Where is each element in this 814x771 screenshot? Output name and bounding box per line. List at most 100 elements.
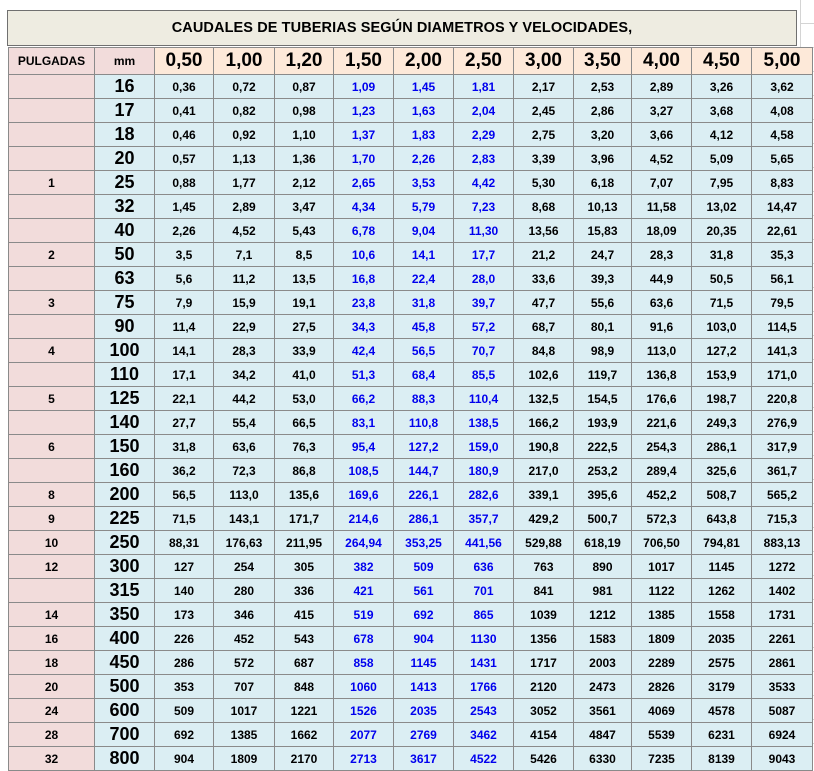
flow-cell[interactable]: 1212 (573, 602, 632, 627)
flow-cell[interactable]: 317,9 (751, 434, 813, 459)
mm-cell[interactable]: 200 (94, 482, 155, 507)
flow-cell[interactable]: 1272 (751, 554, 813, 579)
flow-cell[interactable]: 138,5 (453, 410, 514, 435)
flow-cell[interactable]: 2,26 (393, 146, 454, 171)
mm-cell[interactable]: 25 (94, 170, 155, 195)
flow-cell[interactable]: 2,65 (333, 170, 394, 195)
inch-cell[interactable]: 20 (8, 674, 95, 699)
flow-cell[interactable]: 2261 (751, 626, 813, 651)
flow-cell[interactable]: 3,5 (154, 242, 214, 267)
flow-cell[interactable]: 2713 (333, 746, 394, 771)
flow-cell[interactable]: 4522 (453, 746, 514, 771)
flow-cell[interactable]: 572 (213, 650, 275, 675)
flow-cell[interactable]: 8,83 (751, 170, 813, 195)
flow-cell[interactable]: 31,8 (691, 242, 752, 267)
flow-cell[interactable]: 249,3 (691, 410, 752, 435)
mm-cell[interactable]: 500 (94, 674, 155, 699)
flow-cell[interactable]: 8139 (691, 746, 752, 771)
flow-cell[interactable]: 140 (154, 578, 214, 603)
inch-cell[interactable]: 16 (8, 626, 95, 651)
mm-cell[interactable]: 63 (94, 266, 155, 291)
flow-cell[interactable]: 509 (393, 554, 454, 579)
flow-cell[interactable]: 618,19 (573, 530, 632, 555)
flow-cell[interactable]: 68,4 (393, 362, 454, 387)
flow-cell[interactable]: 5,30 (513, 170, 574, 195)
flow-cell[interactable]: 114,5 (751, 314, 813, 339)
mm-cell[interactable]: 800 (94, 746, 155, 771)
flow-cell[interactable]: 1431 (453, 650, 514, 675)
flow-cell[interactable]: 135,6 (274, 482, 334, 507)
flow-cell[interactable]: 113,0 (213, 482, 275, 507)
mm-cell[interactable]: 350 (94, 602, 155, 627)
flow-cell[interactable]: 4069 (631, 698, 692, 723)
flow-cell[interactable]: 2769 (393, 722, 454, 747)
mm-cell[interactable]: 50 (94, 242, 155, 267)
flow-cell[interactable]: 254,3 (631, 434, 692, 459)
flow-cell[interactable]: 692 (393, 602, 454, 627)
flow-cell[interactable]: 1039 (513, 602, 574, 627)
flow-cell[interactable]: 1809 (213, 746, 275, 771)
flow-cell[interactable]: 4578 (691, 698, 752, 723)
flow-cell[interactable]: 132,5 (513, 386, 574, 411)
flow-cell[interactable]: 5,6 (154, 266, 214, 291)
flow-cell[interactable]: 9043 (751, 746, 813, 771)
flow-cell[interactable]: 2,45 (513, 98, 574, 123)
inch-cell[interactable]: 2 (8, 242, 95, 267)
flow-cell[interactable]: 36,2 (154, 458, 214, 483)
flow-cell[interactable]: 500,7 (573, 506, 632, 531)
flow-cell[interactable]: 636 (453, 554, 514, 579)
flow-cell[interactable]: 715,3 (751, 506, 813, 531)
flow-cell[interactable]: 11,30 (453, 218, 514, 243)
flow-cell[interactable]: 171,0 (751, 362, 813, 387)
flow-cell[interactable]: 0,72 (213, 74, 275, 99)
flow-cell[interactable]: 441,56 (453, 530, 514, 555)
flow-cell[interactable]: 7235 (631, 746, 692, 771)
flow-cell[interactable]: 22,4 (393, 266, 454, 291)
velocity-header[interactable]: 5,00 (751, 47, 813, 75)
flow-cell[interactable]: 6924 (751, 722, 813, 747)
flow-cell[interactable]: 113,0 (631, 338, 692, 363)
flow-cell[interactable]: 57,2 (453, 314, 514, 339)
flow-cell[interactable]: 56,1 (751, 266, 813, 291)
flow-cell[interactable]: 6330 (573, 746, 632, 771)
flow-cell[interactable]: 79,5 (751, 290, 813, 315)
inch-cell[interactable]: 14 (8, 602, 95, 627)
flow-cell[interactable]: 2,53 (573, 74, 632, 99)
flow-cell[interactable]: 0,88 (154, 170, 214, 195)
flow-cell[interactable]: 2120 (513, 674, 574, 699)
flow-cell[interactable]: 56,5 (154, 482, 214, 507)
flow-cell[interactable]: 198,7 (691, 386, 752, 411)
flow-cell[interactable]: 41,0 (274, 362, 334, 387)
flow-cell[interactable]: 4,08 (751, 98, 813, 123)
flow-cell[interactable]: 27,7 (154, 410, 214, 435)
flow-cell[interactable]: 429,2 (513, 506, 574, 531)
flow-cell[interactable]: 18,09 (631, 218, 692, 243)
flow-cell[interactable]: 890 (573, 554, 632, 579)
flow-cell[interactable]: 1,37 (333, 122, 394, 147)
flow-cell[interactable]: 2035 (691, 626, 752, 651)
flow-cell[interactable]: 1583 (573, 626, 632, 651)
flow-cell[interactable]: 1558 (691, 602, 752, 627)
flow-cell[interactable]: 508,7 (691, 482, 752, 507)
flow-cell[interactable]: 1,63 (393, 98, 454, 123)
flow-cell[interactable]: 1,09 (333, 74, 394, 99)
flow-cell[interactable]: 13,5 (274, 266, 334, 291)
mm-cell[interactable]: 450 (94, 650, 155, 675)
inch-cell[interactable]: 28 (8, 722, 95, 747)
flow-cell[interactable]: 1,70 (333, 146, 394, 171)
mm-cell[interactable]: 32 (94, 194, 155, 219)
flow-cell[interactable]: 103,0 (691, 314, 752, 339)
mm-cell[interactable]: 100 (94, 338, 155, 363)
flow-cell[interactable]: 1717 (513, 650, 574, 675)
flow-cell[interactable]: 85,5 (453, 362, 514, 387)
flow-cell[interactable]: 88,3 (393, 386, 454, 411)
flow-cell[interactable]: 68,7 (513, 314, 574, 339)
flow-cell[interactable]: 226 (154, 626, 214, 651)
flow-cell[interactable]: 3,62 (751, 74, 813, 99)
flow-cell[interactable]: 15,9 (213, 290, 275, 315)
flow-cell[interactable]: 1,10 (274, 122, 334, 147)
flow-cell[interactable]: 1060 (333, 674, 394, 699)
flow-cell[interactable]: 31,8 (154, 434, 214, 459)
mm-cell[interactable]: 110 (94, 362, 155, 387)
flow-cell[interactable]: 143,1 (213, 506, 275, 531)
